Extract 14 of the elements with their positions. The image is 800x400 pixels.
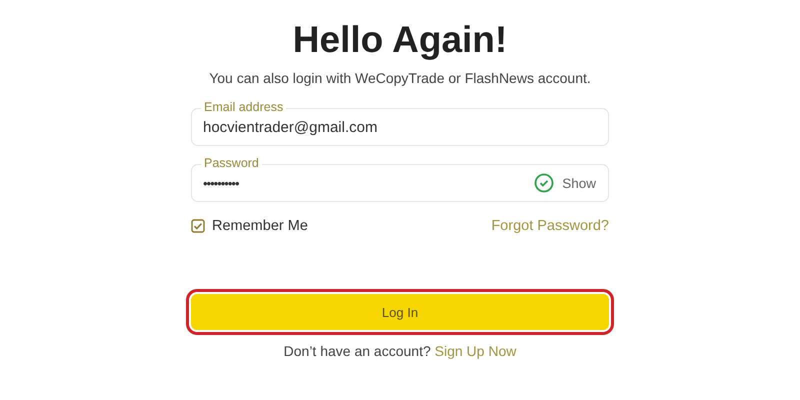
remember-checkbox[interactable] xyxy=(191,219,205,233)
field-value: hocvientrader@gmail.com xyxy=(203,118,378,136)
remember-label: Remember Me xyxy=(212,218,308,234)
show-toggle[interactable]: Show xyxy=(562,176,596,190)
signup-link[interactable]: Sign Up Now xyxy=(434,343,516,359)
login-button[interactable]: Log In xyxy=(191,294,609,330)
subtitle-text: You can also login with WeCopyTrade or FlashNews account. xyxy=(208,69,592,88)
page-title: Hello Again! xyxy=(292,18,508,62)
field-value: •••••••••• xyxy=(203,176,240,190)
check-circle-icon xyxy=(534,173,554,193)
forgot-password-link[interactable]: Forgot Password? xyxy=(491,218,609,234)
field-label: Password xyxy=(201,156,262,170)
signup-prompt: Don’t have an account? xyxy=(284,343,431,359)
field-label: Email address xyxy=(201,100,286,114)
